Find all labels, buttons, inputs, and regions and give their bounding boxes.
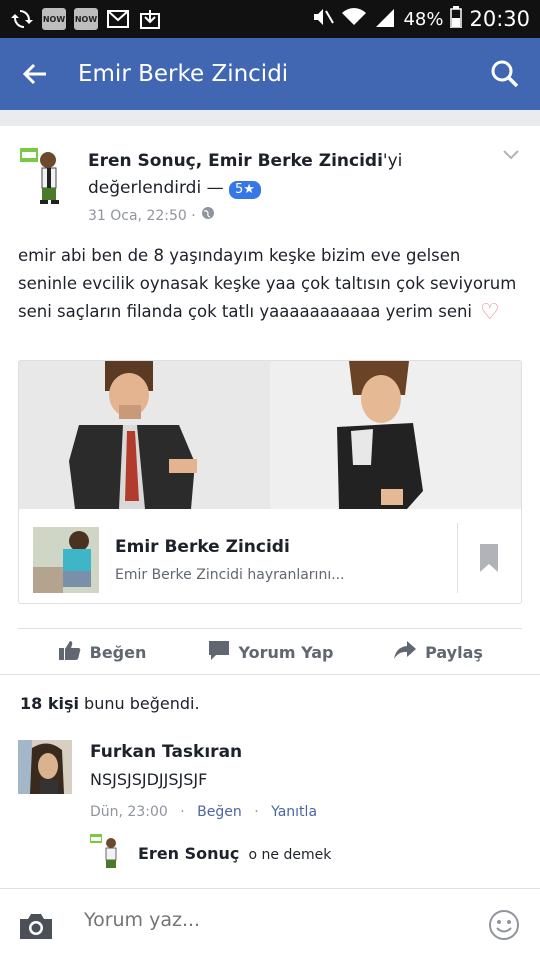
post-timestamp[interactable]: 31 Oca, 22:50 · <box>88 208 196 224</box>
reply-text: o ne demek <box>248 847 332 863</box>
bookmark-icon[interactable] <box>479 543 499 573</box>
chevron-down-icon[interactable] <box>500 144 522 166</box>
divider <box>18 628 522 629</box>
signal-icon <box>374 7 396 32</box>
divider <box>457 523 458 593</box>
thumbs-up-icon <box>58 639 82 665</box>
like-button[interactable]: Beğen <box>18 639 186 665</box>
share-arrow-icon <box>393 639 417 665</box>
divider <box>0 674 540 675</box>
link-title: Emir Berke Zincidi <box>115 537 290 557</box>
rating-badge: 5★ <box>228 181 261 199</box>
separator-dot: · <box>180 804 185 820</box>
comment-button[interactable]: Yorum Yap <box>186 639 354 665</box>
reply-preview[interactable]: Eren Sonuç o ne demek <box>90 834 490 874</box>
commenter-avatar[interactable] <box>18 740 72 794</box>
share-button[interactable]: Paylaş <box>354 639 522 665</box>
reply-author: Eren Sonuç <box>138 844 240 863</box>
post-text: emir abi ben de 8 yaşındayım keşke bizim… <box>18 246 517 325</box>
author-avatar[interactable] <box>18 146 68 206</box>
comment-like-link[interactable]: Beğen <box>197 804 242 820</box>
cover-photo <box>19 361 521 509</box>
status-bar: NOW NOW 48% 20:30 <box>0 0 540 38</box>
now-app-icon: NOW <box>42 8 66 30</box>
separator-dot-2: · <box>254 804 259 820</box>
sync-icon <box>10 8 34 30</box>
comment-reply-link[interactable]: Yanıtla <box>271 804 317 820</box>
reply-avatar <box>90 834 124 872</box>
now-app-icon-2: NOW <box>74 8 98 30</box>
smiley-icon[interactable] <box>488 909 520 941</box>
comment-input[interactable] <box>84 909 464 931</box>
author-names[interactable]: Eren Sonuç, Emir Berke Zincidi <box>88 151 383 171</box>
search-icon[interactable] <box>490 59 520 89</box>
battery-level: 48% <box>403 8 444 30</box>
comment-time: Dün, 23:00 <box>90 804 168 820</box>
author-suffix: 'yi <box>382 151 403 171</box>
mute-icon <box>312 7 335 32</box>
heart-icon: ♡ <box>480 300 500 325</box>
mail-icon <box>106 8 130 30</box>
battery-icon <box>450 5 463 33</box>
likes-summary[interactable]: 18 kişi bunu beğendi. <box>20 694 200 713</box>
comment-text: NSJSJSJDJJSJSJF <box>90 770 208 789</box>
post-card: Eren Sonuç, Emir Berke Zincidi'yi değerl… <box>0 126 540 888</box>
link-info: Emir Berke Zincidi Emir Berke Zincidi ha… <box>19 509 521 603</box>
link-subtitle: Emir Berke Zincidi hayranlarını... <box>115 567 345 583</box>
page-thumbnail <box>33 527 99 593</box>
arrow-left-icon[interactable] <box>20 59 50 89</box>
link-preview[interactable]: Emir Berke Zincidi Emir Berke Zincidi ha… <box>18 360 522 604</box>
app-bar: Emir Berke Zincidi <box>0 38 540 110</box>
download-icon <box>138 8 162 30</box>
page-title: Emir Berke Zincidi <box>78 61 289 87</box>
post-actions: Beğen Yorum Yap Paylaş <box>18 630 522 674</box>
commenter-name[interactable]: Furkan Taskıran <box>90 742 242 762</box>
comment-composer <box>0 888 540 960</box>
comment-icon <box>207 639 231 665</box>
globe-icon <box>201 205 215 225</box>
camera-icon[interactable] <box>18 911 54 941</box>
wifi-icon <box>341 7 367 32</box>
action-text: değerlendirdi — <box>88 178 224 198</box>
comment-meta: Dün, 23:00 · Beğen · Yanıtla <box>90 804 325 820</box>
clock: 20:30 <box>469 7 530 31</box>
